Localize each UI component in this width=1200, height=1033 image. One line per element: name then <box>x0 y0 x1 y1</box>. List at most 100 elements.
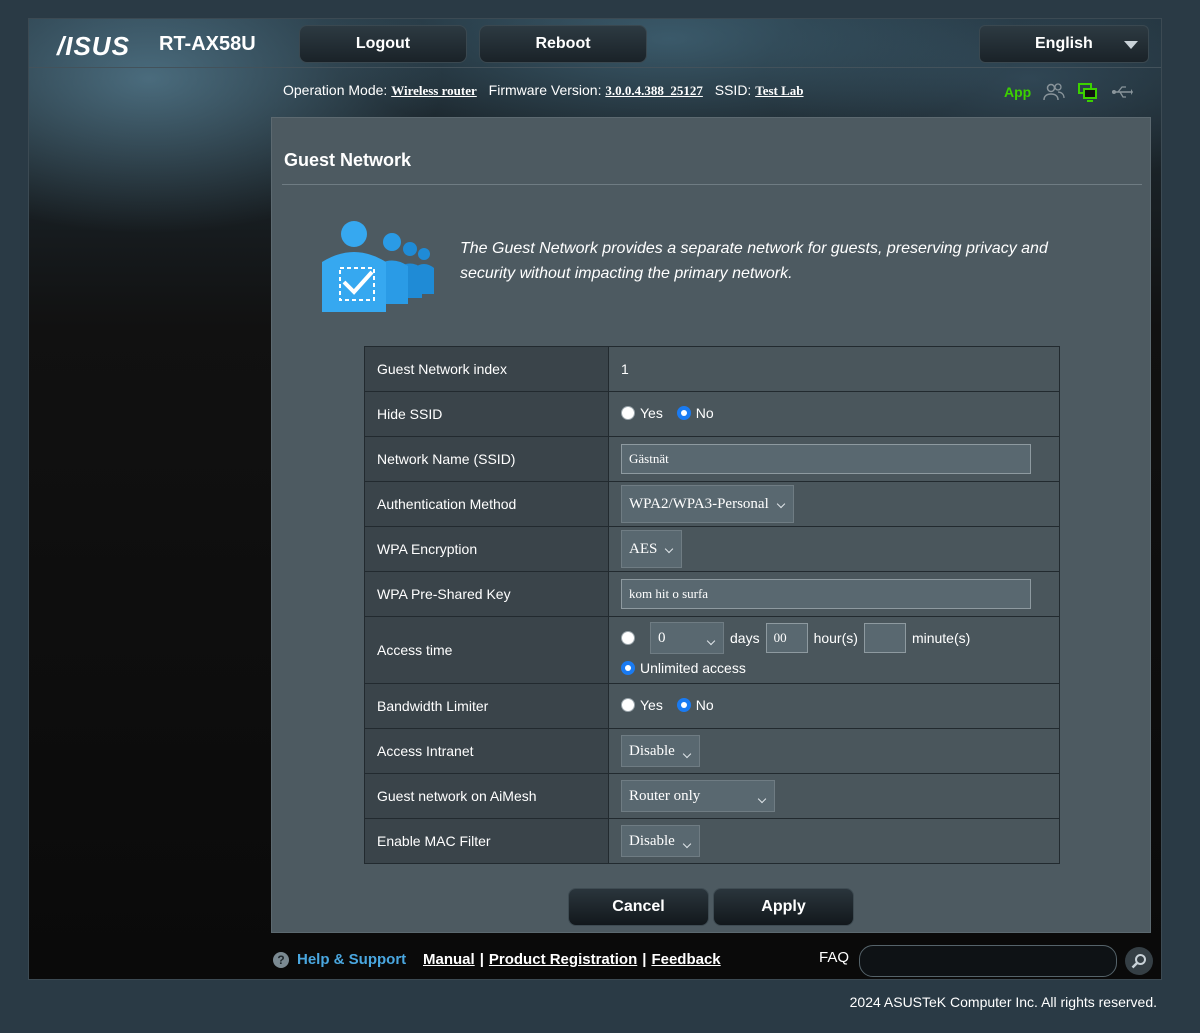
psk-input[interactable] <box>621 579 1031 609</box>
auth-method-label: Authentication Method <box>364 481 609 527</box>
psk-cell <box>608 571 1060 617</box>
footer-links: Manual | Product Registration | Feedback <box>423 951 721 968</box>
firmware-label: Firmware Version: <box>488 82 602 98</box>
ssid-input[interactable] <box>621 444 1031 474</box>
index-label: Guest Network index <box>364 346 609 392</box>
minutes-label: minute(s) <box>911 630 971 646</box>
network-status-icon[interactable] <box>1077 82 1099 102</box>
table-row: WPA Pre-Shared Key <box>364 571 1060 617</box>
page-description: The Guest Network provides a separate ne… <box>460 240 1048 282</box>
index-value: 1 <box>608 346 1060 392</box>
encryption-label: WPA Encryption <box>364 526 609 572</box>
aimesh-label: Guest network on AiMesh <box>364 773 609 819</box>
radio-label: Yes <box>640 405 663 421</box>
chevron-down-icon <box>1124 41 1138 49</box>
apply-button[interactable]: Apply <box>713 888 854 926</box>
help-support-link[interactable]: Help & Support <box>297 951 406 968</box>
logout-button[interactable]: Logout <box>299 25 467 63</box>
mac-filter-select[interactable]: Disable <box>621 825 700 857</box>
top-bar: /ISUS RT-AX58U Logout Reboot English <box>29 19 1161 67</box>
status-icons: App <box>1004 82 1134 102</box>
table-row: Access time 0 days hour(s) minute(s) Unl… <box>364 616 1060 684</box>
auth-method-select[interactable]: WPA2/WPA3-Personal <box>621 485 794 523</box>
header-divider <box>29 67 1161 68</box>
ssid-field-cell <box>608 436 1060 482</box>
table-row: Hide SSID Yes No <box>364 391 1060 437</box>
hide-ssid-no-radio[interactable]: No <box>676 405 714 421</box>
hide-ssid-yes-radio[interactable]: Yes <box>621 405 663 421</box>
page-title: Guest Network <box>284 150 412 170</box>
footer: ? Help & Support Manual | Product Registra… <box>273 945 1153 977</box>
access-time-cell: 0 days hour(s) minute(s) Unlimited acces… <box>608 616 1060 684</box>
table-row: Enable MAC Filter Disable <box>364 818 1060 864</box>
access-time-limited-row: 0 days hour(s) minute(s) <box>621 622 1059 654</box>
mac-filter-label: Enable MAC Filter <box>364 818 609 864</box>
auth-method-cell: WPA2/WPA3-Personal <box>608 481 1060 527</box>
radio-label: No <box>695 697 714 713</box>
guest-network-panel: Guest Network The Guest Network provides… <box>271 117 1151 933</box>
table-row: Network Name (SSID) <box>364 436 1060 482</box>
language-select[interactable]: English <box>979 25 1149 63</box>
copyright: 2024 ASUSTeK Computer Inc. All rights re… <box>849 994 1157 1010</box>
encryption-cell: AES <box>608 526 1060 572</box>
radio-label: No <box>695 405 714 421</box>
aimesh-select[interactable]: Router only <box>621 780 775 812</box>
radio-label: Unlimited access <box>640 660 746 676</box>
days-select[interactable]: 0 <box>650 622 724 654</box>
operation-mode-label: Operation Mode: <box>283 82 388 98</box>
link-separator: | <box>479 951 484 968</box>
search-icon[interactable] <box>1125 947 1153 975</box>
router-admin-window: /ISUS RT-AX58U Logout Reboot English Ope… <box>28 18 1162 980</box>
hide-ssid-options: Yes No <box>608 391 1060 437</box>
app-link[interactable]: App <box>1004 84 1031 100</box>
aimesh-cell: Router only <box>608 773 1060 819</box>
reboot-button[interactable]: Reboot <box>479 25 647 63</box>
unlimited-access-radio[interactable]: Unlimited access <box>621 660 746 676</box>
intranet-select[interactable]: Disable <box>621 735 700 767</box>
ssid-label: SSID: <box>714 82 752 98</box>
radio-icon <box>621 631 635 645</box>
bandwidth-no-radio[interactable]: No <box>676 697 714 713</box>
mac-filter-cell: Disable <box>608 818 1060 864</box>
guest-users-icon <box>308 216 448 316</box>
action-buttons: Cancel Apply <box>568 888 854 926</box>
link-separator: | <box>642 951 647 968</box>
intranet-cell: Disable <box>608 728 1060 774</box>
firmware-link[interactable]: 3.0.0.4.388_25127 <box>605 83 703 98</box>
hours-label: hour(s) <box>813 630 858 646</box>
ssid-link[interactable]: Test Lab <box>755 83 803 98</box>
feedback-link[interactable]: Feedback <box>651 951 720 968</box>
radio-selected-icon <box>676 406 691 420</box>
product-registration-link[interactable]: Product Registration <box>489 951 637 968</box>
radio-icon <box>621 406 635 420</box>
manual-link[interactable]: Manual <box>423 951 475 968</box>
encryption-select[interactable]: AES <box>621 530 683 568</box>
table-row: WPA Encryption AES <box>364 526 1060 572</box>
days-label: days <box>730 630 760 646</box>
hours-input[interactable] <box>765 623 808 653</box>
bandwidth-options: Yes No <box>608 683 1060 729</box>
language-value: English <box>1035 35 1093 52</box>
minutes-input[interactable] <box>863 623 906 653</box>
bandwidth-label: Bandwidth Limiter <box>364 683 609 729</box>
asus-logo: /ISUS <box>57 31 130 61</box>
access-time-limited-radio[interactable] <box>621 631 640 645</box>
help-icon: ? <box>273 952 289 968</box>
bandwidth-yes-radio[interactable]: Yes <box>621 697 663 713</box>
operation-mode-link[interactable]: Wireless router <box>391 83 477 98</box>
hide-ssid-label: Hide SSID <box>364 391 609 437</box>
settings-table: Guest Network index 1 Hide SSID Yes No N… <box>364 346 1060 864</box>
access-time-label: Access time <box>364 616 609 684</box>
clients-icon[interactable] <box>1043 82 1065 102</box>
faq-search-input[interactable] <box>859 945 1117 977</box>
radio-selected-icon <box>621 661 635 675</box>
ssid-field-label: Network Name (SSID) <box>364 436 609 482</box>
radio-icon <box>621 698 635 712</box>
psk-label: WPA Pre-Shared Key <box>364 571 609 617</box>
table-row: Guest network on AiMesh Router only <box>364 773 1060 819</box>
usb-icon[interactable] <box>1111 82 1134 102</box>
cancel-button[interactable]: Cancel <box>568 888 709 926</box>
table-row: Authentication Method WPA2/WPA3-Personal <box>364 481 1060 527</box>
radio-label: Yes <box>640 697 663 713</box>
table-row: Bandwidth Limiter Yes No <box>364 683 1060 729</box>
